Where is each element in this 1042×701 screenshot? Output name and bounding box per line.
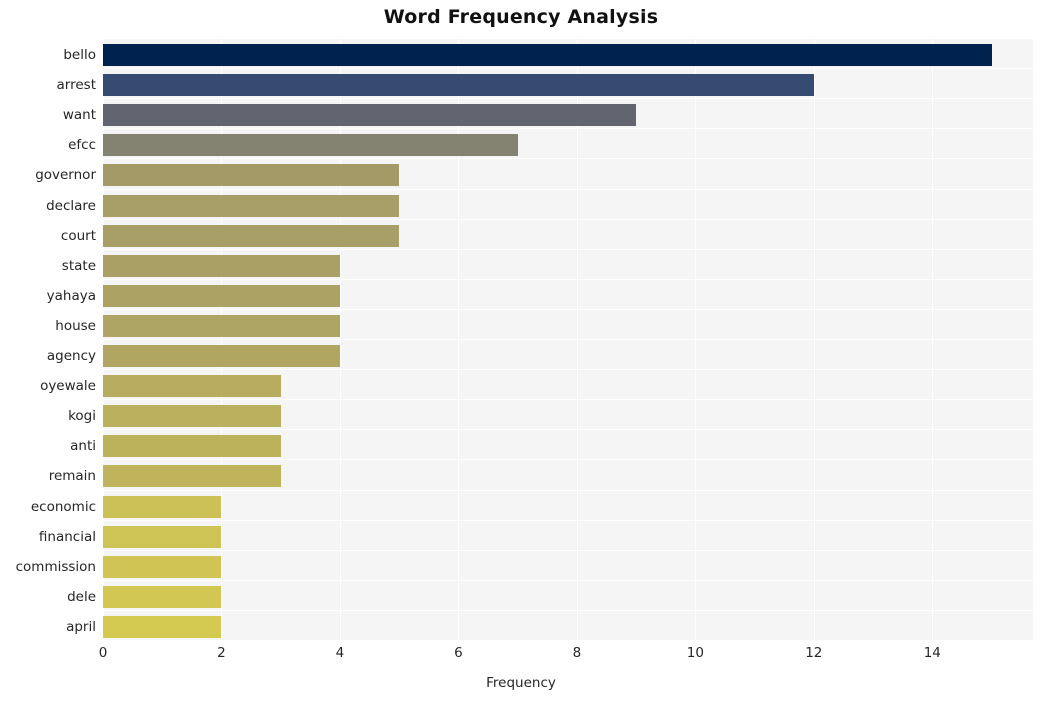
y-axis-tick-label: remain xyxy=(48,468,96,485)
gridline-horizontal xyxy=(103,369,1033,370)
y-axis-tick-label: agency xyxy=(46,348,96,365)
bar xyxy=(103,314,340,337)
gridline-horizontal xyxy=(103,459,1033,460)
bar xyxy=(103,555,222,578)
y-axis-tick-label: declare xyxy=(46,197,96,214)
bar xyxy=(103,495,222,518)
y-axis-tick-label: kogi xyxy=(68,408,96,425)
x-axis-tick-label: 14 xyxy=(923,645,941,661)
gridline-horizontal xyxy=(103,189,1033,190)
x-axis-tick-label: 12 xyxy=(805,645,823,661)
y-axis-tick-label: dele xyxy=(67,588,96,605)
gridline-horizontal xyxy=(103,219,1033,220)
gridline-horizontal xyxy=(103,429,1033,430)
gridline-horizontal xyxy=(103,128,1033,129)
bar xyxy=(103,254,340,277)
y-axis-tick-label: yahaya xyxy=(46,287,96,304)
gridline-horizontal xyxy=(103,610,1033,611)
x-axis-tick-label: 8 xyxy=(572,645,582,661)
y-axis-tick-label: efcc xyxy=(68,137,96,154)
gridline-horizontal xyxy=(103,158,1033,159)
y-axis-tick-label: anti xyxy=(70,438,96,455)
x-axis-title: Frequency xyxy=(486,675,556,691)
y-axis-tick-label: governor xyxy=(35,167,96,184)
x-axis-tick-label: 0 xyxy=(98,645,108,661)
y-axis-tick-label: april xyxy=(66,618,96,635)
gridline-horizontal xyxy=(103,249,1033,250)
y-axis-tick-label: bello xyxy=(63,47,96,64)
y-axis-tick-label: financial xyxy=(38,528,96,545)
y-axis-tick-label: arrest xyxy=(56,77,96,94)
gridline-horizontal xyxy=(103,550,1033,551)
bar xyxy=(103,284,340,307)
bar xyxy=(103,134,518,157)
gridline-horizontal xyxy=(103,98,1033,99)
bar xyxy=(103,375,281,398)
plot-area xyxy=(103,38,1033,640)
x-axis-tick-label: 2 xyxy=(217,645,226,661)
y-axis-tick-label: commission xyxy=(15,558,96,575)
gridline-horizontal xyxy=(103,580,1033,581)
y-axis-tick-label: want xyxy=(62,107,96,124)
y-axis-tick-label: court xyxy=(60,227,96,244)
gridline-horizontal xyxy=(103,38,1033,39)
gridline-horizontal xyxy=(103,339,1033,340)
bar xyxy=(103,435,281,458)
x-axis-tick-label: 10 xyxy=(686,645,704,661)
bar xyxy=(103,194,400,217)
y-axis-tick-label: economic xyxy=(30,498,96,515)
bar xyxy=(103,405,281,428)
page-title: Word Frequency Analysis xyxy=(383,6,659,28)
bar xyxy=(103,345,340,368)
y-axis-tick-labels: bello arrest want efcc governor declare court s… xyxy=(0,38,96,640)
gridline-horizontal xyxy=(103,399,1033,400)
bar xyxy=(103,525,222,548)
bar xyxy=(103,615,222,638)
gridline-horizontal xyxy=(103,490,1033,491)
bar xyxy=(103,104,637,127)
bar xyxy=(103,585,222,608)
x-axis-tick-label: 4 xyxy=(335,645,345,661)
chart-figure: Word Frequency Analysis bello arrest want e… xyxy=(0,0,1042,701)
bar xyxy=(103,74,814,97)
y-axis-tick-label: state xyxy=(61,257,96,274)
x-axis-tick-labels: 0 2 4 6 8 10 12 14 xyxy=(0,645,1042,669)
y-axis-tick-label: oyewale xyxy=(40,378,96,395)
gridline-horizontal xyxy=(103,520,1033,521)
bar xyxy=(103,224,400,247)
x-axis-tick-label: 6 xyxy=(454,645,463,661)
gridline-horizontal xyxy=(103,279,1033,280)
bar xyxy=(103,465,281,488)
y-axis-tick-label: house xyxy=(55,317,96,334)
bar xyxy=(103,164,400,187)
bar xyxy=(103,44,992,67)
gridline-horizontal xyxy=(103,68,1033,69)
gridline-horizontal xyxy=(103,309,1033,310)
